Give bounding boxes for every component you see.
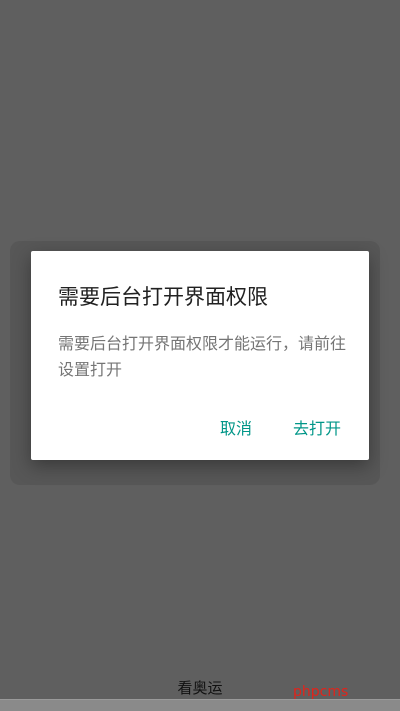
watermark-text: phpcms: [293, 684, 349, 700]
dialog-title: 需要后台打开界面权限: [58, 285, 268, 309]
dialog-message: 需要后台打开界面权限才能运行，请前往设置打开: [58, 334, 347, 379]
open-settings-button[interactable]: 去打开: [293, 415, 341, 439]
permission-dialog: 需要后台打开界面权限 需要后台打开界面权限才能运行，请前往设置打开 取消 去打开: [31, 251, 369, 460]
bottom-bar: [0, 699, 400, 711]
cancel-button[interactable]: 取消: [220, 415, 252, 439]
